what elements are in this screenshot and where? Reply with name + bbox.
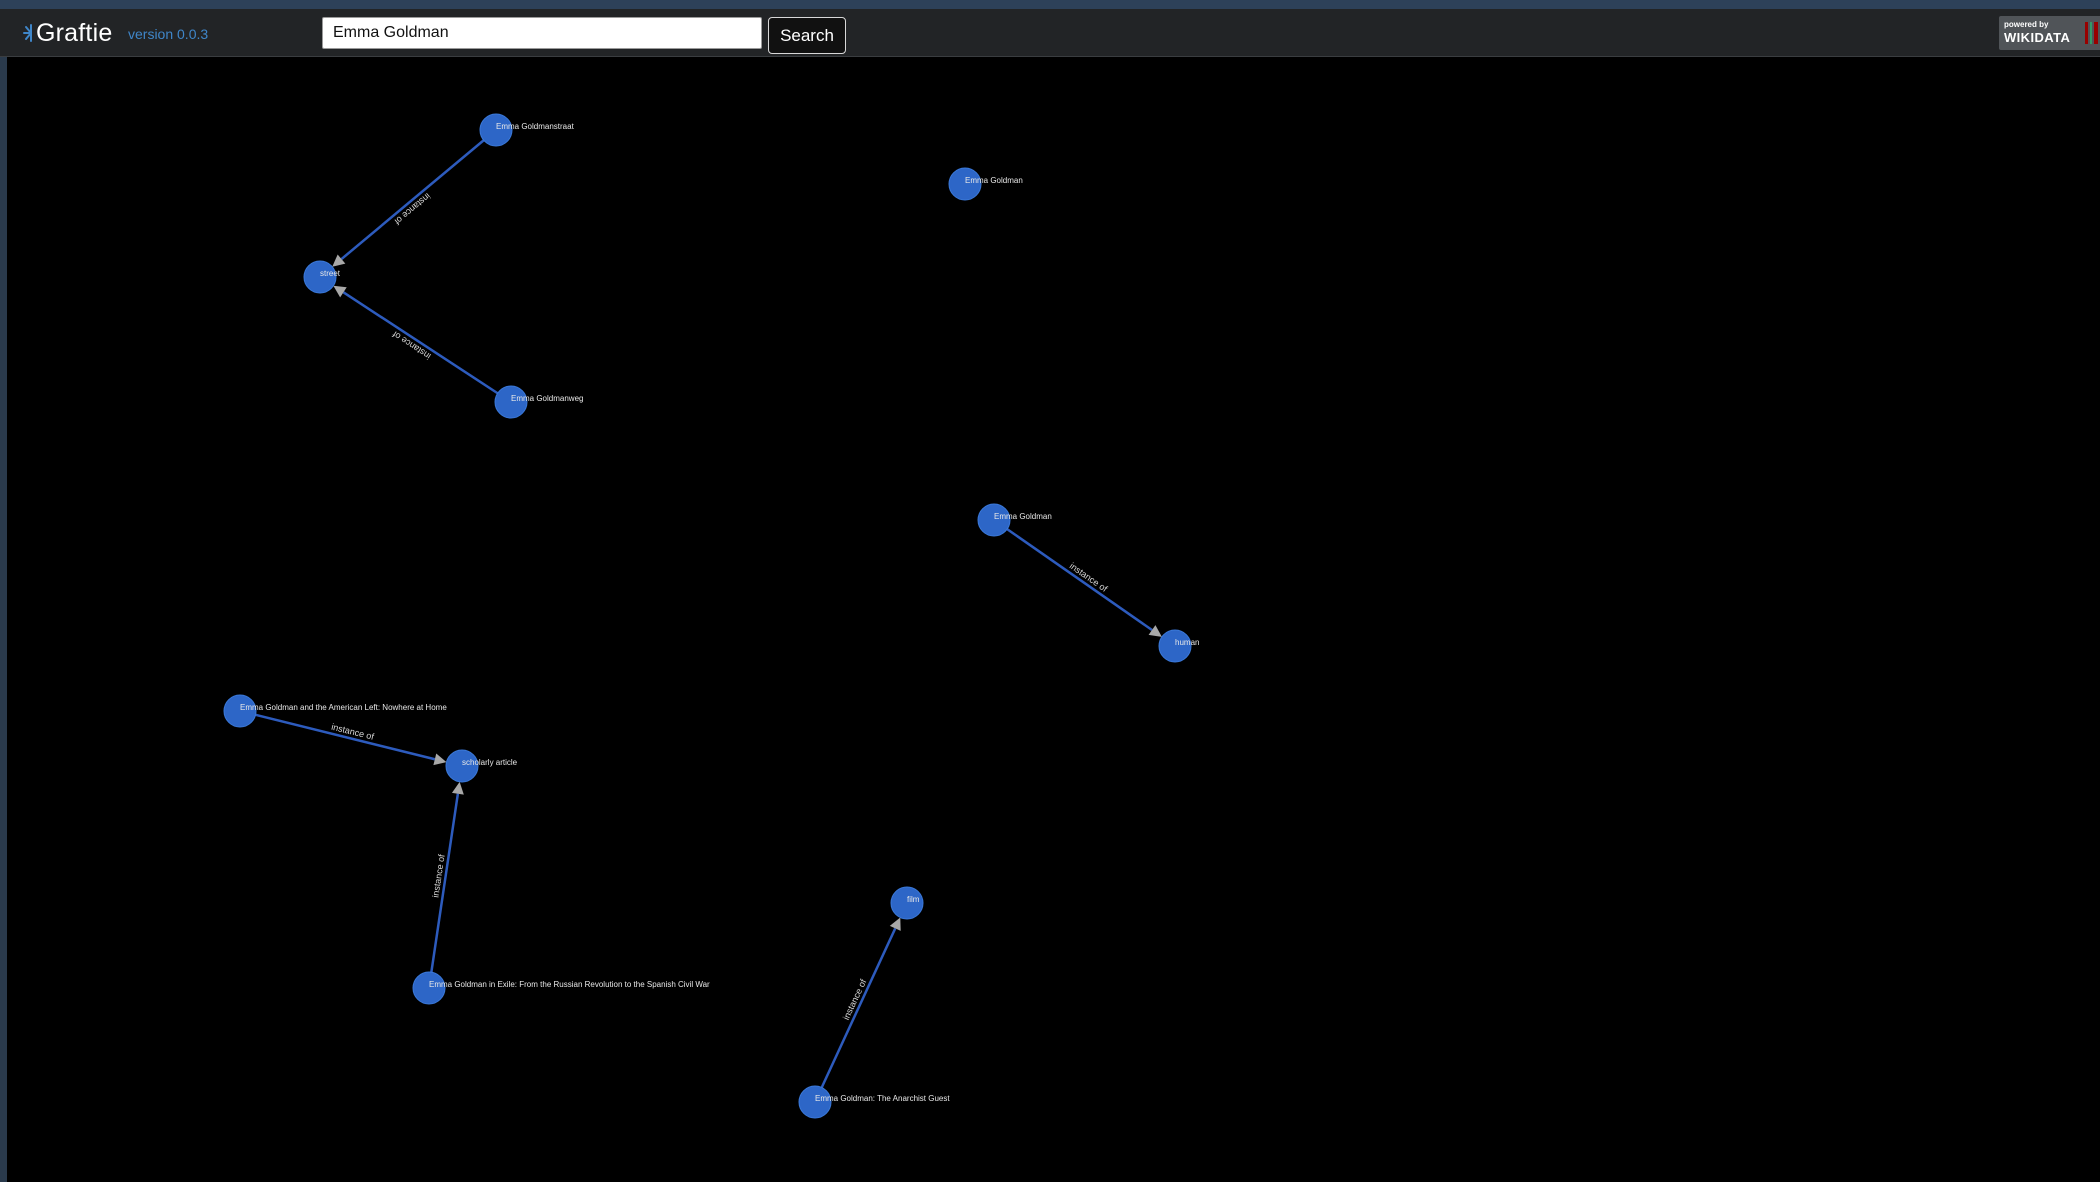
nodes-layer: Emma Goldmanstraat street Emma Goldmanweg E…	[223, 113, 1199, 1119]
app-name: Graftie	[36, 18, 113, 47]
edge-arrowhead-icon	[451, 781, 464, 795]
graph-node-n8[interactable]: scholarly article	[445, 749, 518, 783]
edge-arrowhead-icon	[1148, 625, 1162, 637]
badge-wikidata-text: WIKIDATA	[2004, 30, 2071, 45]
graph-node-n5[interactable]: Emma Goldman	[977, 503, 1052, 537]
node-label: Emma Goldman in Exile: From the Russian …	[429, 980, 710, 989]
edge-arrowhead-icon	[433, 753, 447, 766]
node-label: Emma Goldman: The Anarchist Guest	[815, 1094, 950, 1103]
badge-powered-by-text: powered by	[2004, 20, 2049, 29]
edge-label: instance of	[392, 191, 432, 227]
window-top-strip	[0, 0, 2100, 9]
edges-layer: instance of instance of instance of instanc…	[255, 139, 1162, 1089]
graftie-sparkle-icon	[22, 16, 36, 50]
node-label: Emma Goldmanstraat	[496, 122, 575, 131]
edge-line	[820, 927, 897, 1089]
edge-label: instance of	[1068, 561, 1110, 594]
graph-node-n6[interactable]: human	[1158, 629, 1199, 663]
wikidata-barcode-icon	[2085, 22, 2098, 44]
app-version: version 0.0.3	[128, 26, 209, 42]
search-button[interactable]: Search	[768, 17, 846, 54]
app-logo[interactable]: Graftie	[22, 15, 112, 51]
node-label: Emma Goldman and the American Left: Nowh…	[240, 703, 447, 712]
graph-node-n3[interactable]: Emma Goldmanweg	[494, 385, 583, 419]
node-label: street	[320, 269, 341, 278]
app-header: Graftie version 0.0.3 Search powered by …	[0, 9, 2100, 57]
graph-edge-n5-n6: instance of	[1006, 528, 1162, 637]
graph-edge-n9-n8: instance of	[430, 781, 464, 973]
graph-node-n10[interactable]: film	[890, 886, 924, 920]
search-input[interactable]	[322, 17, 762, 49]
node-label: human	[1175, 638, 1199, 647]
graph-node-n9[interactable]: Emma Goldman in Exile: From the Russian …	[412, 971, 710, 1005]
left-edge-strip	[0, 57, 7, 1182]
graph-node-n4[interactable]: Emma Goldman	[948, 167, 1023, 201]
node-label: Emma Goldman	[994, 512, 1052, 521]
graph-edge-n7-n8: instance of	[255, 713, 447, 766]
node-label: scholarly article	[462, 758, 518, 767]
node-label: film	[907, 895, 920, 904]
powered-by-wikidata-badge[interactable]: powered by WIKIDATA	[1999, 16, 2100, 50]
graph-svg[interactable]: instance of instance of instance of instanc…	[7, 57, 2100, 1182]
edge-line	[1006, 528, 1153, 632]
graph-canvas[interactable]: instance of instance of instance of instanc…	[7, 57, 2100, 1182]
edge-line	[255, 713, 436, 761]
graph-edge-n1-n2: instance of	[332, 139, 485, 267]
graph-edge-n11-n10: instance of	[820, 917, 901, 1089]
edge-line	[340, 139, 485, 261]
graph-edge-n3-n2: instance of	[333, 285, 499, 395]
graph-node-n11[interactable]: Emma Goldman: The Anarchist Guest	[798, 1085, 950, 1119]
node-label: Emma Goldman	[965, 176, 1023, 185]
edge-line	[342, 291, 499, 395]
node-label: Emma Goldmanweg	[511, 394, 583, 403]
graph-node-n1[interactable]: Emma Goldmanstraat	[479, 113, 575, 147]
edge-arrowhead-icon	[333, 285, 347, 298]
